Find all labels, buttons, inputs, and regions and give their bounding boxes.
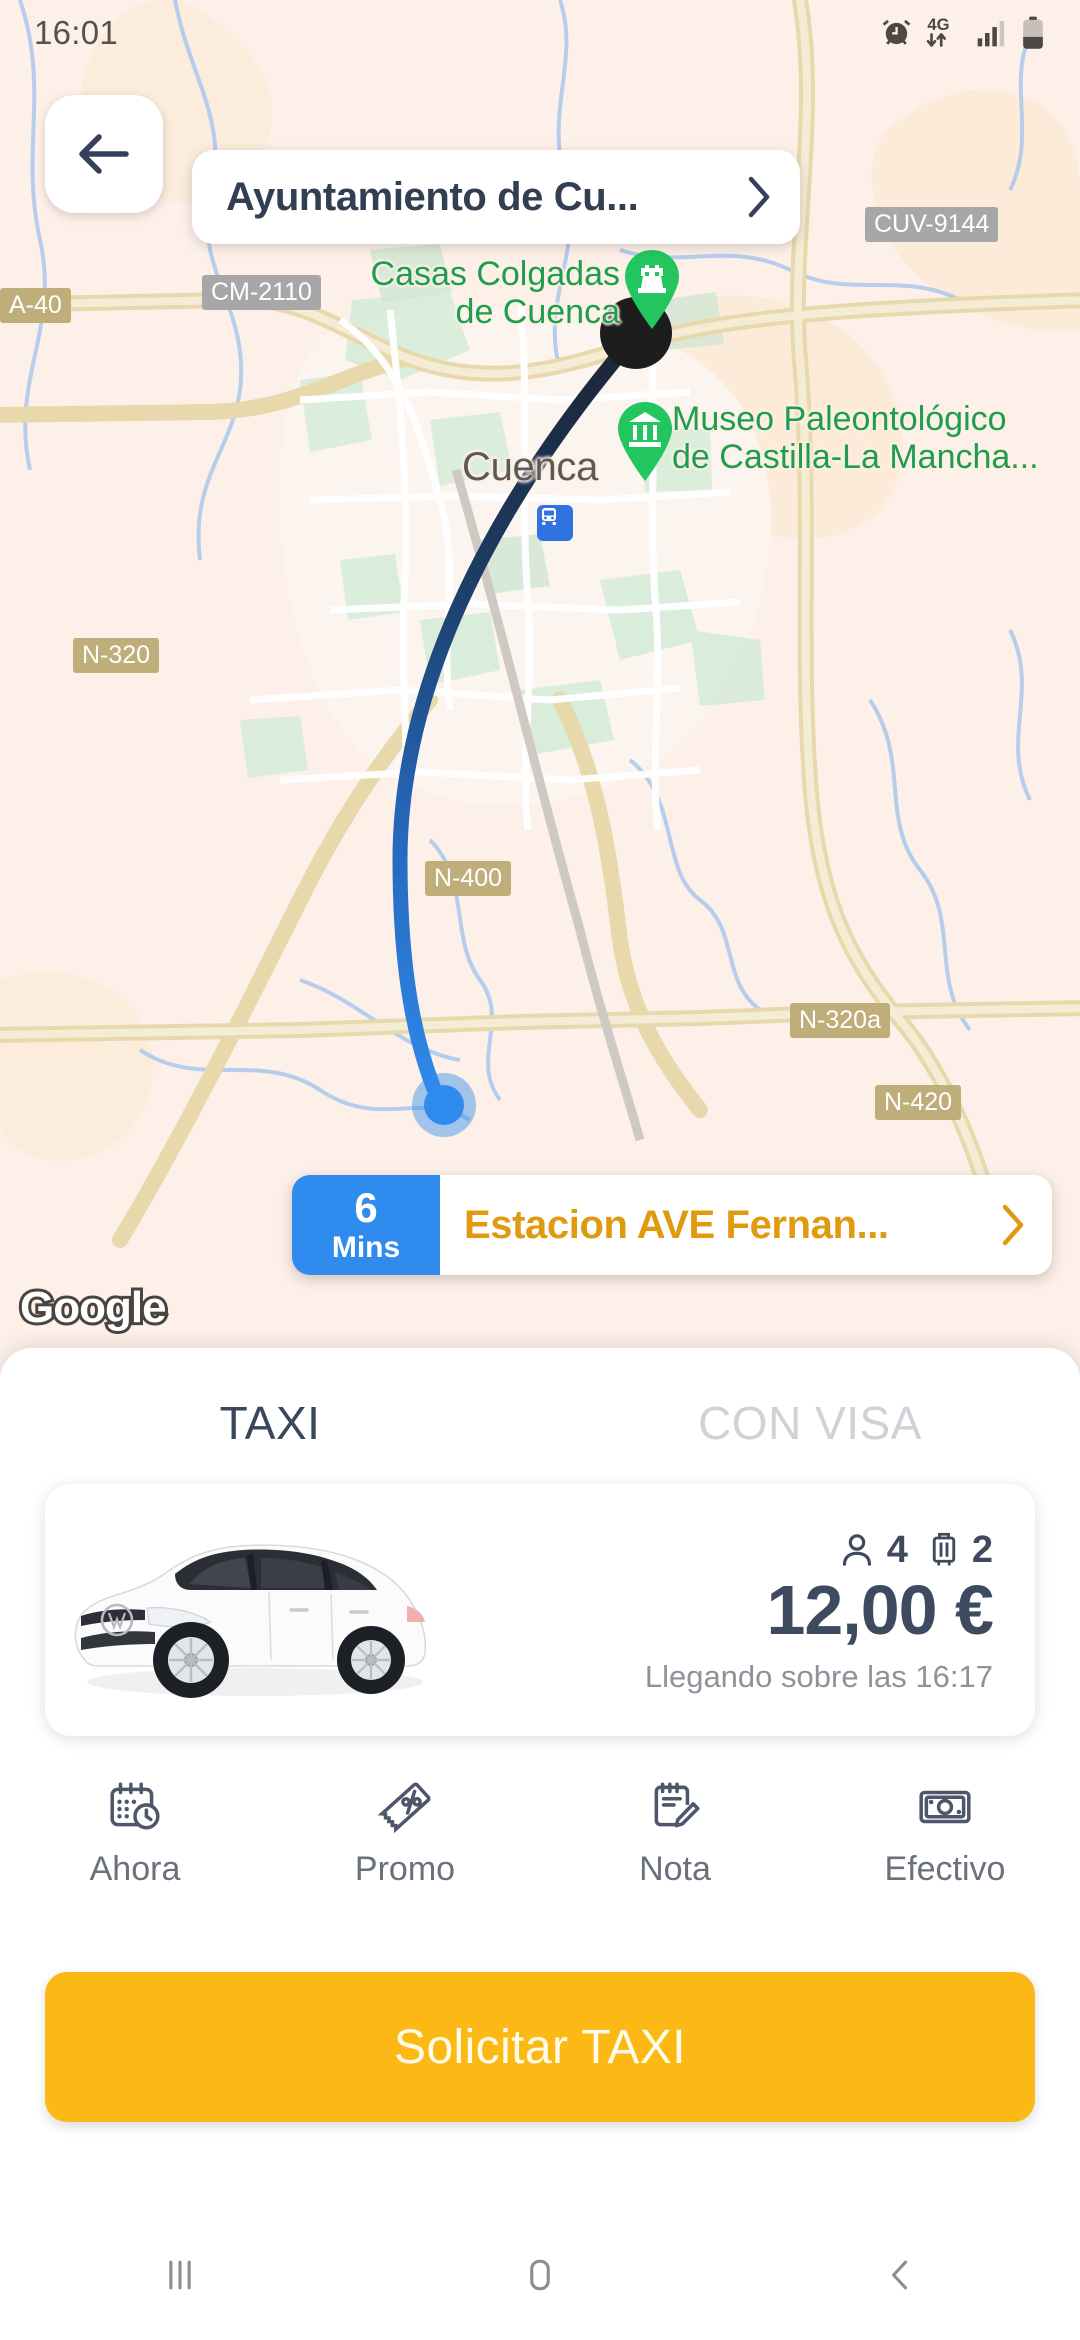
city-label-cuenca: Cuenca	[462, 445, 599, 489]
status-bar: 16:01 4G	[0, 0, 1080, 66]
passenger-count: 4	[886, 1528, 908, 1571]
tab-taxi[interactable]: TAXI	[0, 1396, 540, 1450]
road-shield-n400: N-400	[425, 861, 512, 896]
poi-museo-line2: de Castilla-La Mancha...	[672, 438, 1039, 477]
battery-icon	[1023, 16, 1043, 49]
banknote-icon	[919, 1790, 971, 1824]
road-shield-a40: A-40	[0, 288, 71, 323]
poi-museo-line1: Museo Paleontológico	[672, 400, 1007, 438]
road-shield-cuv9144: CUV-9144	[865, 207, 999, 242]
destination-marker	[424, 1085, 464, 1125]
option-nota-label: Nota	[639, 1850, 711, 1888]
google-attribution: Google	[14, 1278, 179, 1345]
destination-body: Estacion AVE Fernan...	[440, 1175, 1052, 1275]
system-navigation-bar	[0, 2210, 1080, 2340]
service-tabs: TAXI CON VISA	[0, 1348, 1080, 1450]
alarm-icon	[882, 19, 911, 45]
option-promo-label: Promo	[354, 1850, 456, 1888]
chevron-right-icon	[1002, 1204, 1024, 1246]
poi-casas-line1: Casas Colgadas	[370, 255, 620, 293]
taxi-booking-screen: Casas Colgadas de Cuenca Museo Paleontol…	[0, 0, 1080, 2340]
nav-back-button[interactable]	[720, 2253, 1080, 2297]
recents-icon	[169, 2260, 191, 2290]
poi-label-casas-colgadas[interactable]: Casas Colgadas de Cuenca	[355, 255, 620, 331]
tab-con-visa[interactable]: CON VISA	[540, 1396, 1080, 1450]
arrow-left-icon	[79, 134, 129, 174]
option-efectivo-label: Efectivo	[884, 1850, 1006, 1888]
svg-text:4G: 4G	[927, 15, 949, 34]
option-efectivo[interactable]: Efectivo	[810, 1778, 1080, 1889]
back-button[interactable]	[45, 95, 163, 213]
destination-label: Estacion AVE Fernan...	[464, 1202, 889, 1247]
request-taxi-label: Solicitar TAXI	[394, 2020, 686, 2074]
destination-location-field[interactable]: 6 Mins Estacion AVE Fernan...	[292, 1175, 1052, 1275]
road-shield-cm2110: CM-2110	[202, 275, 321, 310]
train-station-icon[interactable]	[537, 505, 573, 541]
signal-icon	[977, 21, 1005, 47]
vehicle-image	[45, 1495, 465, 1725]
vehicle-option-card[interactable]: 4 2 12,00 € Llegando sobre las 16:17	[45, 1484, 1035, 1736]
vehicle-details: 4 2 12,00 € Llegando sobre las 16:17	[465, 1525, 1035, 1696]
arrival-estimate: Llegando sobre las 16:17	[644, 1659, 993, 1695]
status-icons: 4G	[880, 15, 1046, 51]
white-mpv-car-image	[74, 1544, 427, 1698]
option-ahora-label: Ahora	[89, 1850, 181, 1888]
ticket-icon	[377, 1782, 431, 1834]
data-transfer-icon: 4G	[926, 15, 950, 47]
back-icon	[892, 2260, 908, 2290]
request-taxi-button[interactable]: Solicitar TAXI	[45, 1972, 1035, 2122]
option-promo[interactable]: Promo	[270, 1778, 540, 1889]
origin-location-label: Ayuntamiento de Cu...	[226, 174, 639, 219]
person-icon	[842, 1534, 871, 1566]
road-shield-n420: N-420	[875, 1085, 962, 1120]
price-value: 12,00 €	[766, 1570, 994, 1649]
booking-options-row: Ahora Promo Nota Efectivo	[0, 1778, 1080, 1889]
eta-badge: 6 Mins	[292, 1175, 440, 1275]
nav-recents-button[interactable]	[0, 2253, 360, 2297]
chevron-right-icon	[748, 176, 770, 218]
booking-sheet: TAXI CON VISA 4 2 12,00 € Llegando sobre…	[0, 1348, 1080, 2210]
option-ahora[interactable]: Ahora	[0, 1778, 270, 1889]
poi-casas-line2: de Cuenca	[455, 293, 620, 332]
origin-location-field[interactable]: Ayuntamiento de Cu...	[192, 150, 800, 244]
road-shield-n320: N-320	[73, 638, 160, 673]
home-icon	[530, 2259, 550, 2291]
svg-text:Google: Google	[20, 1283, 166, 1332]
luggage-count: 2	[971, 1528, 993, 1571]
capacity-row: 4 2	[465, 1529, 993, 1572]
eta-unit: Mins	[331, 1231, 401, 1264]
poi-label-museo[interactable]: Museo Paleontológico de Castilla-La Manc…	[672, 400, 1080, 476]
road-shield-n320a: N-320a	[790, 1003, 890, 1038]
status-clock: 16:01	[34, 14, 119, 51]
calendar-clock-icon	[110, 1782, 160, 1830]
notepad-pencil-icon	[654, 1782, 700, 1828]
option-nota[interactable]: Nota	[540, 1778, 810, 1889]
eta-value: 6	[354, 1184, 378, 1231]
suitcase-icon	[932, 1533, 956, 1566]
nav-home-button[interactable]	[360, 2253, 720, 2297]
